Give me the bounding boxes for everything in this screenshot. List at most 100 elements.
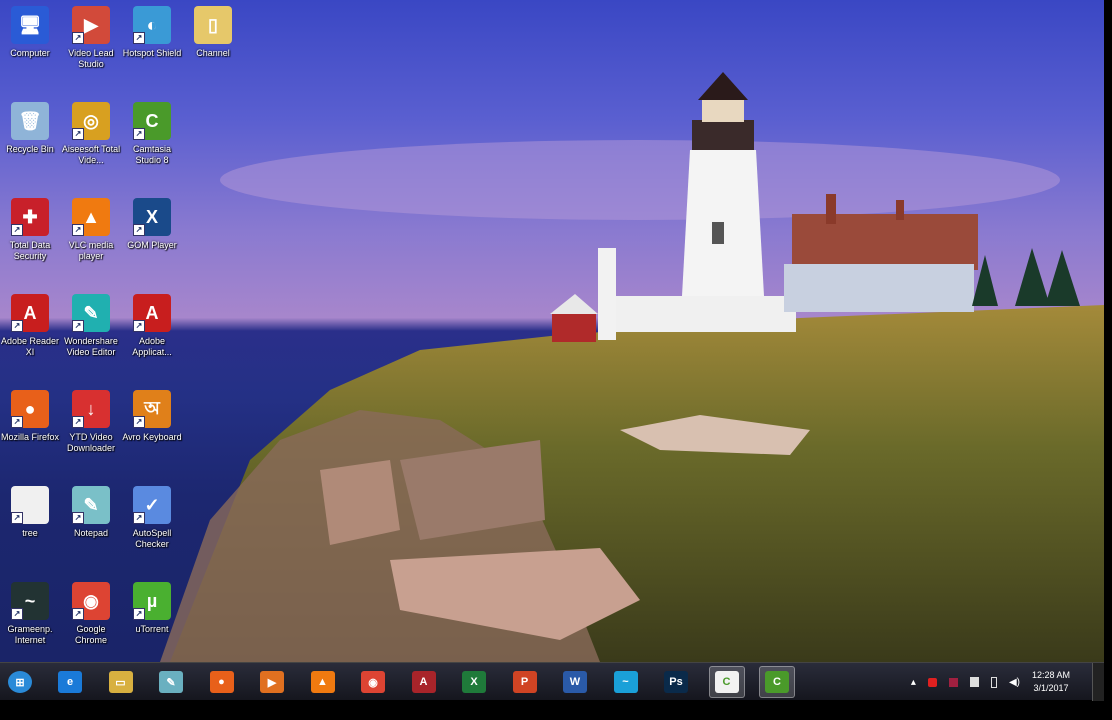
icon-label: Computer (10, 48, 50, 58)
desktop-icon-video-lead-studio[interactable]: ▶ ↗ Video Lead Studio (61, 6, 121, 70)
clock-time: 12:28 AM (1031, 670, 1070, 680)
photoshop-icon: Ps (664, 671, 688, 693)
notepad-icon: ✎ (159, 671, 183, 693)
taskbar-word[interactable]: W (557, 666, 593, 698)
shortcut-arrow-icon: ↗ (133, 320, 145, 332)
show-desktop-button[interactable] (1092, 663, 1104, 701)
shortcut-arrow-icon: ↗ (11, 224, 23, 236)
desktop-icon-google-chrome[interactable]: ◉ ↗ Google Chrome (61, 582, 121, 646)
word-icon: W (563, 671, 587, 693)
taskbar-firefox[interactable]: ● (204, 666, 240, 698)
shortcut-arrow-icon: ↗ (133, 128, 145, 140)
app-icon: ▲ ↗ (72, 198, 110, 236)
powerpoint-icon: P (512, 671, 537, 693)
network-alert-icon[interactable] (948, 677, 958, 687)
app-icon: A ↗ (11, 294, 49, 332)
app-icon: ▯ (194, 6, 232, 44)
app-icon: ◐ ↗ (133, 6, 171, 44)
taskbar-excel[interactable]: X (456, 666, 492, 698)
taskbar-notepad[interactable]: ✎ (153, 666, 189, 698)
excel-icon: X (462, 671, 486, 693)
app-icon: ◎ ↗ (72, 102, 110, 140)
desktop-icon-autospell-checker[interactable]: ✓ ↗ AutoSpell Checker (122, 486, 182, 550)
taskbar-camtasia-studio[interactable]: C (759, 666, 795, 698)
desktop-icon-computer[interactable]: 🖥 Computer (0, 6, 60, 59)
icon-label: uTorrent (135, 624, 169, 634)
desktop-icon-mozilla-firefox[interactable]: ● ↗ Mozilla Firefox (0, 390, 60, 443)
app-icon: 🖥 (11, 6, 49, 44)
desktop-icon-total-data-security[interactable]: ✚ ↗ Total Data Security (0, 198, 60, 262)
taskbar-vlc[interactable]: ▲ (305, 666, 341, 698)
desktop-icon-wondershare-video-editor[interactable]: ✎ ↗ Wondershare Video Editor (61, 294, 121, 358)
desktop-icon-notepad[interactable]: ✎ ↗ Notepad (61, 486, 121, 539)
volume-icon[interactable]: ◀) (1009, 677, 1020, 688)
shortcut-arrow-icon: ↗ (72, 608, 84, 620)
desktop-icon-tree[interactable]: ↗ tree (0, 486, 60, 539)
desktop-icon-grameenp-internet[interactable]: ~ ↗ Grameenp. Internet (0, 582, 60, 646)
desktop-icon-hotspot-shield[interactable]: ◐ ↗ Hotspot Shield (122, 6, 182, 59)
desktop-icon-recycle-bin[interactable]: 🗑 Recycle Bin (0, 102, 60, 155)
shortcut-arrow-icon: ↗ (133, 224, 145, 236)
icon-label: Adobe Reader XI (0, 336, 60, 357)
shortcut-arrow-icon: ↗ (133, 608, 145, 620)
camtasia-recorder-icon: C (714, 671, 739, 693)
taskbar-access[interactable]: A (406, 666, 442, 698)
antivirus-icon[interactable] (927, 677, 937, 687)
icon-label: Total Data Security (9, 240, 51, 261)
app-icon: ✎ ↗ (72, 486, 110, 524)
app-icon: A ↗ (133, 294, 171, 332)
clock[interactable]: 12:28 AM 3/1/2017 (1032, 669, 1070, 695)
shortcut-arrow-icon: ↗ (72, 32, 84, 44)
desktop: 🖥 Computer ▶ ↗ Video Lead Studio ◐ ↗ Hotspot Sh… (0, 0, 1104, 662)
taskbar-file-explorer[interactable]: ▭ (103, 666, 139, 698)
shortcut-arrow-icon: ↗ (72, 512, 84, 524)
app-icon: অ ↗ (133, 390, 171, 428)
desktop-icon-channel[interactable]: ▯ Channel (183, 6, 243, 59)
app-icon: ↗ (11, 486, 49, 524)
icon-label: VLC media player (68, 240, 114, 261)
app-icon: C ↗ (133, 102, 171, 140)
shortcut-arrow-icon: ↗ (133, 32, 145, 44)
show-hidden-icons-button[interactable]: ▴ (911, 677, 916, 688)
taskbar-camtasia-recorder[interactable]: C (708, 666, 745, 698)
taskbar-photoshop[interactable]: Ps (658, 666, 694, 698)
icon-label: Mozilla Firefox (0, 432, 59, 442)
app-icon: ✎ ↗ (72, 294, 110, 332)
icon-label: GOM Player (127, 240, 177, 250)
desktop-icon-utorrent[interactable]: µ ↗ uTorrent (122, 582, 182, 635)
icon-label: YTD Video Downloader (66, 432, 116, 453)
app-icon: ✓ ↗ (133, 486, 171, 524)
desktop-icon-avro-keyboard[interactable]: অ ↗ Avro Keyboard (122, 390, 182, 443)
shortcut-arrow-icon: ↗ (11, 320, 23, 332)
icon-label: Aiseesoft Total Vide... (61, 144, 121, 165)
taskbar-internet-explorer[interactable]: e (52, 666, 88, 698)
icon-label: Video Lead Studio (68, 48, 114, 69)
camtasia-studio-icon: C (765, 671, 789, 693)
taskbar-powerpoint[interactable]: P (507, 666, 543, 698)
action-center-flag-icon[interactable] (969, 677, 979, 687)
start-button[interactable]: ⊞ (2, 666, 38, 698)
file-explorer-icon: ▭ (108, 671, 133, 693)
desktop-icon-ytd-video-downloader[interactable]: ↓ ↗ YTD Video Downloader (61, 390, 121, 454)
app-icon: µ ↗ (133, 582, 171, 620)
app-icon: ▶ ↗ (72, 6, 110, 44)
desktop-icon-adobe-reader-xi[interactable]: A ↗ Adobe Reader XI (0, 294, 60, 358)
app-icon: X ↗ (133, 198, 171, 236)
battery-icon[interactable] (990, 676, 997, 688)
taskbar: ⊞ e ▭ ✎ ● ▶ ▲ ◉ A X P W ~ Ps C C ▴ ◀) 12:28 AM 3/1/201… (0, 662, 1104, 701)
firefox-icon: ● (209, 671, 234, 693)
media-player-icon: ▶ (260, 671, 284, 693)
taskbar-media-player[interactable]: ▶ (254, 666, 290, 698)
icon-label: Wondershare Video Editor (64, 336, 118, 357)
shortcut-arrow-icon: ↗ (133, 512, 145, 524)
desktop-icon-aiseesoft-total-vide[interactable]: ◎ ↗ Aiseesoft Total Vide... (61, 102, 121, 166)
taskbar-grameenphone[interactable]: ~ (608, 666, 644, 698)
icon-label: Hotspot Shield (122, 48, 182, 58)
taskbar-chrome[interactable]: ◉ (355, 666, 391, 698)
desktop-icon-gom-player[interactable]: X ↗ GOM Player (122, 198, 182, 251)
desktop-icon-adobe-applicat[interactable]: A ↗ Adobe Applicat... (122, 294, 182, 358)
access-icon: A (411, 671, 436, 693)
desktop-icon-camtasia-studio-8[interactable]: C ↗ Camtasia Studio 8 (122, 102, 182, 166)
shortcut-arrow-icon: ↗ (72, 416, 84, 428)
desktop-icon-vlc-media-player[interactable]: ▲ ↗ VLC media player (61, 198, 121, 262)
